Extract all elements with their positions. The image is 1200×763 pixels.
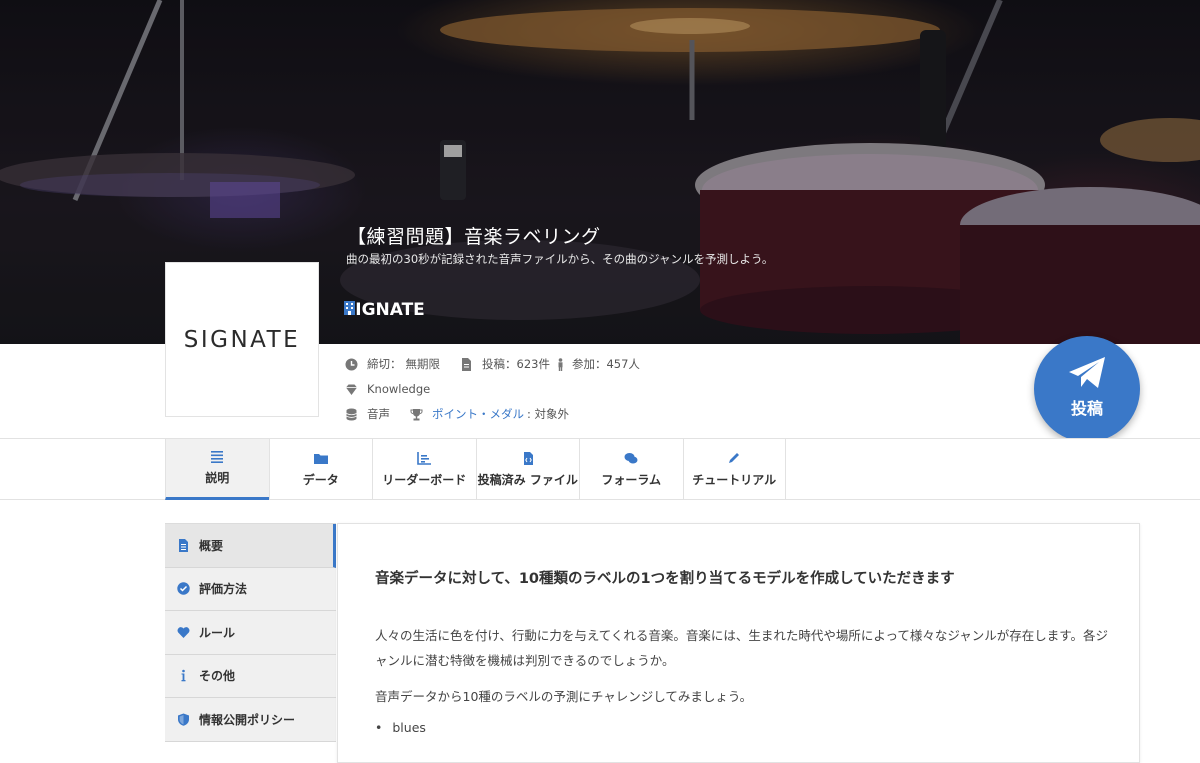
reward-value: : 対象外 [527,407,570,421]
check-circle-icon [177,582,190,595]
deadline-label: 締切： [367,357,402,371]
tab-forum[interactable]: フォーラム [579,439,683,500]
competition-meta: 締切： 無期限 投稿： 623件 参加： 457人 Knowledge 音声 ポ [345,354,640,429]
shield-icon [178,713,189,726]
file-text-icon [179,538,188,552]
tab-leaderboard[interactable]: リーダーボード [372,439,476,500]
code-file-icon [523,451,533,465]
tab-tutorial[interactable]: チュートリアル [682,439,786,500]
competition-subtitle: 曲の最初の30秒が記録された音声ファイルから、その曲のジャンルを予測しよう。 [346,252,774,266]
participants-label: 参加： [571,357,607,371]
sidebar: 概要 評価方法 ルール その他 情報公開ポリシー [165,523,336,742]
sidebar-item-other[interactable]: その他 [165,654,336,698]
tab-label: 投稿済み ファイル [477,472,578,487]
category-value: 音声 [367,407,390,421]
reward-link[interactable]: ポイント・メダル [432,406,524,422]
participants-value: 457人 [606,357,640,371]
diamond-icon [346,384,357,395]
pencil-icon [729,452,740,463]
tab-label: データ [302,472,339,487]
list-icon [211,451,224,463]
logo-text: SIGNATE [183,326,301,353]
file-icon [462,357,471,371]
overview-paragraph: 人々の生活に色を付け、行動に力を与えてくれる音楽。音楽には、生まれた時代や場所に… [375,628,1109,668]
sidebar-item-label: 評価方法 [199,582,248,597]
organizer[interactable]: SIGNATE [343,300,425,320]
list-item: blues [375,720,426,735]
database-icon [346,408,357,420]
trophy-icon [410,408,423,420]
sidebar-item-label: 概要 [199,538,224,553]
tab-label: リーダーボード [382,472,467,487]
sidebar-item-overview[interactable]: 概要 [165,524,336,568]
overview-paragraph: 音声データから10種のラベルの予測にチャレンジしてみましょう。 [375,689,753,704]
person-icon [558,357,563,371]
deadline-value: 無期限 [405,357,441,371]
heart-icon [177,626,190,638]
building-icon [344,301,355,315]
info-icon [181,669,186,682]
sidebar-item-label: その他 [199,669,236,684]
competition-title: 【練習問題】音楽ラベリング [347,226,601,248]
comments-icon [624,452,638,463]
tab-submitted-files[interactable]: 投稿済み ファイル [475,439,580,500]
tab-label: チュートリアル [692,472,777,487]
submit-button-label: 投稿 [1070,399,1103,418]
sidebar-item-disclosure-policy[interactable]: 情報公開ポリシー [165,698,336,742]
level-value: Knowledge [367,382,431,396]
sidebar-item-label: 情報公開ポリシー [199,712,296,727]
paper-plane-icon [1069,357,1105,388]
folder-icon [313,453,328,464]
tab-bar: 説明 データ リーダーボード 投稿済み ファイル フォーラム チュートリアル [0,438,1200,500]
sidebar-item-evaluation[interactable]: 評価方法 [165,567,336,611]
submissions-label: 投稿： [482,357,517,371]
bar-chart-icon [417,451,432,465]
overview-heading: 音楽データに対して、10種類のラベルの1つを割り当てるモデルを作成していただきま… [375,571,955,587]
submit-button[interactable]: 投稿 [1034,336,1140,442]
organizer-logo: SIGNATE [165,262,319,417]
tab-label: フォーラム [601,472,662,487]
tab-label: 説明 [205,471,230,485]
label-list: blues [375,720,426,735]
overview-content: 音楽データに対して、10種類のラベルの1つを割り当てるモデルを作成していただきま… [337,523,1140,763]
sidebar-item-rules[interactable]: ルール [165,611,336,655]
submissions-value: 623件 [516,357,550,371]
tab-description[interactable]: 説明 [165,439,269,500]
clock-icon [345,358,358,370]
tab-data[interactable]: データ [268,439,373,500]
sidebar-item-label: ルール [199,625,236,640]
